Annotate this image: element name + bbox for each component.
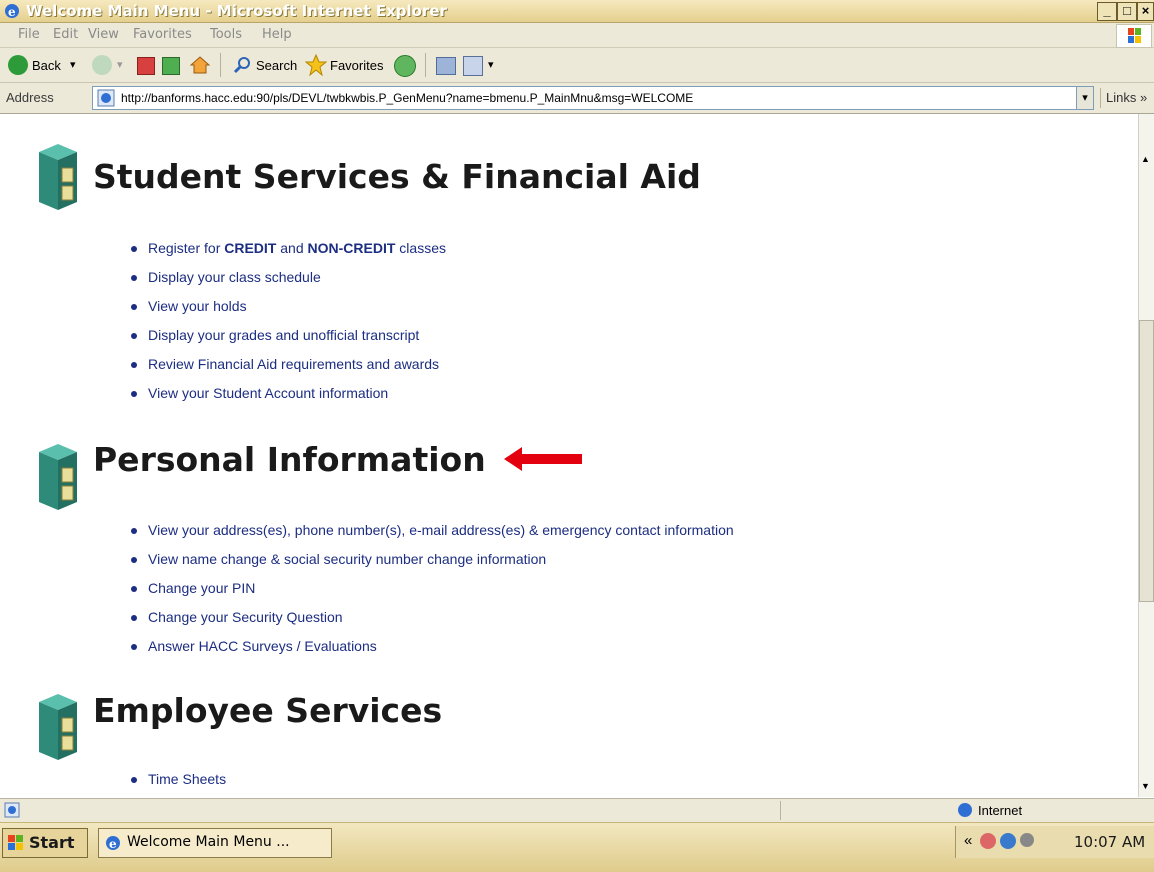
bullet [131, 615, 137, 621]
bullet [131, 246, 137, 252]
bullet [131, 777, 137, 783]
section-title-personal-information: Personal Information [93, 440, 486, 479]
start-button[interactable]: Start [2, 828, 88, 858]
taskbar-ie-window[interactable]: e Welcome Main Menu ... [98, 828, 332, 858]
menu-file[interactable]: File [18, 27, 40, 42]
bullet [131, 644, 137, 650]
volume-icon[interactable] [1020, 833, 1034, 847]
star-icon[interactable] [304, 53, 328, 77]
address-input[interactable]: http://banforms.hacc.edu:90/pls/DEVL/twb… [92, 86, 1077, 110]
forward-dropdown-icon[interactable]: ▾ [117, 58, 123, 71]
red-arrow-icon [504, 446, 584, 472]
student-services-list: Register for CREDIT and NON-CREDIT class… [131, 234, 446, 408]
globe-icon [958, 803, 972, 817]
address-label: Address [6, 90, 54, 105]
search-icon[interactable] [232, 55, 252, 75]
link-grades-transcript[interactable]: Display your grades and unofficial trans… [131, 321, 446, 350]
windows-logo-icon [1116, 24, 1152, 48]
status-panels [780, 801, 951, 820]
back-button[interactable]: Back [32, 58, 61, 73]
bullet [131, 557, 137, 563]
print-icon[interactable] [463, 56, 483, 76]
toolbar-separator [425, 53, 426, 77]
menu-edit[interactable]: Edit [53, 27, 78, 42]
links-button[interactable]: Links » [1106, 90, 1147, 105]
menu-bar: File Edit View Favorites Tools Help [0, 23, 1154, 48]
refresh-icon[interactable] [162, 57, 180, 75]
scrollbar-thumb[interactable] [1139, 320, 1154, 602]
svg-text:e: e [8, 5, 16, 19]
maximize-button[interactable]: □ [1117, 2, 1137, 21]
link-time-sheets[interactable]: Time Sheets [131, 765, 226, 794]
employee-services-list: Time Sheets [131, 765, 226, 794]
start-label: Start [29, 833, 75, 852]
search-button[interactable]: Search [256, 58, 297, 73]
page-status-icon [4, 802, 20, 818]
bullet [131, 391, 137, 397]
page-content: Student Services & Financial Aid Registe… [0, 114, 1138, 797]
bullet [131, 275, 137, 281]
file-cabinet-icon [36, 142, 80, 212]
menu-tools[interactable]: Tools [210, 27, 242, 42]
link-hacc-surveys[interactable]: Answer HACC Surveys / Evaluations [131, 632, 734, 661]
page-icon [97, 89, 115, 107]
link-register-classes[interactable]: Register for CREDIT and NON-CREDIT class… [131, 234, 446, 263]
stop-icon[interactable] [137, 57, 155, 75]
status-bar: Internet [0, 798, 1154, 823]
back-dropdown-icon[interactable]: ▾ [70, 58, 76, 71]
system-tray: « 10:07 AM [955, 826, 1154, 858]
minimize-button[interactable]: _ [1097, 2, 1117, 21]
address-dropdown-button[interactable]: ▾ [1076, 86, 1094, 110]
forward-arrow-icon[interactable] [92, 55, 112, 75]
link-name-change[interactable]: View name change & social security numbe… [131, 545, 734, 574]
tray-expand-icon[interactable]: « [964, 832, 972, 849]
file-cabinet-icon [36, 692, 80, 762]
file-cabinet-icon [36, 442, 80, 512]
window-title: Welcome Main Menu - Microsoft Internet E… [26, 2, 447, 20]
bullet [131, 362, 137, 368]
toolbar-separator [1100, 88, 1101, 108]
personal-information-list: View your address(es), phone number(s), … [131, 516, 734, 661]
bullet [131, 304, 137, 310]
back-arrow-icon[interactable] [8, 55, 28, 75]
section-title-student-services: Student Services & Financial Aid [93, 157, 701, 196]
scroll-up-icon[interactable]: ▲ [1141, 154, 1150, 164]
link-student-account[interactable]: View your Student Account information [131, 379, 446, 408]
menu-view[interactable]: View [88, 27, 119, 42]
ie-logo-icon: e [105, 835, 121, 851]
zone-label: Internet [978, 803, 1023, 818]
toolbar-separator [220, 53, 221, 77]
home-icon[interactable] [189, 55, 211, 75]
bullet [131, 528, 137, 534]
taskbar: Start e Welcome Main Menu ... « 10:07 AM [0, 822, 1154, 872]
favorites-button[interactable]: Favorites [330, 58, 383, 73]
link-class-schedule[interactable]: Display your class schedule [131, 263, 446, 292]
address-url[interactable]: http://banforms.hacc.edu:90/pls/DEVL/twb… [121, 91, 693, 105]
link-holds[interactable]: View your holds [131, 292, 446, 321]
bullet [131, 586, 137, 592]
link-security-question[interactable]: Change your Security Question [131, 603, 734, 632]
taskbar-item-label: Welcome Main Menu ... [127, 834, 290, 850]
close-button[interactable]: × [1137, 2, 1154, 21]
svg-text:e: e [109, 837, 117, 851]
scroll-down-icon[interactable]: ▼ [1141, 781, 1150, 791]
windows-flag-icon [7, 834, 25, 852]
menu-help[interactable]: Help [262, 27, 292, 42]
messenger-icon[interactable] [1000, 833, 1016, 849]
section-title-employee-services: Employee Services [93, 691, 443, 730]
ie-logo-icon: e [4, 3, 20, 19]
mail-icon[interactable] [436, 57, 456, 75]
network-icon[interactable] [980, 833, 996, 849]
link-financial-aid[interactable]: Review Financial Aid requirements and aw… [131, 350, 446, 379]
link-address-phone[interactable]: View your address(es), phone number(s), … [131, 516, 734, 545]
history-icon[interactable] [394, 55, 416, 77]
bullet [131, 333, 137, 339]
clock: 10:07 AM [1074, 833, 1146, 851]
menu-favorites[interactable]: Favorites [133, 27, 192, 42]
title-bar: e Welcome Main Menu - Microsoft Internet… [0, 0, 1154, 23]
more-dropdown-icon[interactable]: ▾ [488, 58, 494, 71]
address-bar: Address http://banforms.hacc.edu:90/pls/… [0, 83, 1154, 114]
link-change-pin[interactable]: Change your PIN [131, 574, 734, 603]
toolbar: Back ▾ ▾ Search Favorites ▾ [0, 48, 1154, 83]
